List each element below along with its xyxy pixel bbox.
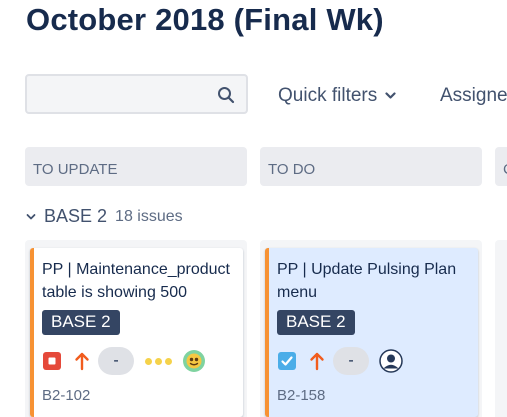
assignee-filter[interactable]: Assigne: [440, 85, 507, 107]
issue-summary: PP | Maintenance_product table is showin…: [42, 261, 230, 301]
swimlane-toggle[interactable]: BASE 2 18 issues: [26, 206, 183, 227]
issue-key[interactable]: B2-158: [277, 387, 325, 404]
avatar-emoji-icon[interactable]: [182, 349, 206, 373]
bug-icon: [43, 352, 61, 370]
quick-filters-dropdown[interactable]: Quick filters: [278, 85, 396, 107]
issue-key[interactable]: B2-102: [42, 387, 90, 404]
card-meta: -: [277, 347, 403, 375]
task-checkbox-icon: [278, 352, 296, 370]
page-title: October 2018 (Final Wk): [26, 2, 384, 37]
issue-card-selected[interactable]: PP | Update Pulsing Plan menu BASE 2 - B…: [265, 248, 478, 417]
column-header-to-do: TO DO: [260, 147, 482, 186]
issue-card[interactable]: PP | Maintenance_product table is showin…: [30, 248, 243, 417]
flag-accent-bar: [265, 248, 269, 417]
swimlane-name: BASE 2: [44, 206, 108, 226]
column-header-to-update: TO UPDATE: [25, 147, 247, 186]
epic-badge: BASE 2: [42, 310, 120, 335]
story-points-badge: -: [333, 347, 369, 375]
flag-accent-bar: [30, 248, 34, 417]
chevron-down-icon: [26, 213, 36, 219]
swimlane-issue-count: 18 issues: [115, 207, 183, 225]
story-points-badge: -: [98, 347, 134, 375]
ellipsis-dots-icon: [145, 357, 172, 365]
column-header-next: C: [495, 147, 507, 186]
search-input[interactable]: [25, 74, 248, 114]
column-next: [495, 240, 507, 417]
arrow-up-icon: [310, 352, 324, 371]
issue-summary: PP | Update Pulsing Plan menu: [277, 261, 457, 301]
chevron-down-icon: [385, 92, 396, 99]
arrow-up-icon: [75, 352, 89, 371]
search-icon: [218, 87, 235, 104]
quick-filters-label: Quick filters: [278, 85, 378, 106]
epic-badge: BASE 2: [277, 310, 355, 335]
card-meta: -: [42, 347, 206, 375]
user-avatar-icon[interactable]: [379, 349, 403, 373]
